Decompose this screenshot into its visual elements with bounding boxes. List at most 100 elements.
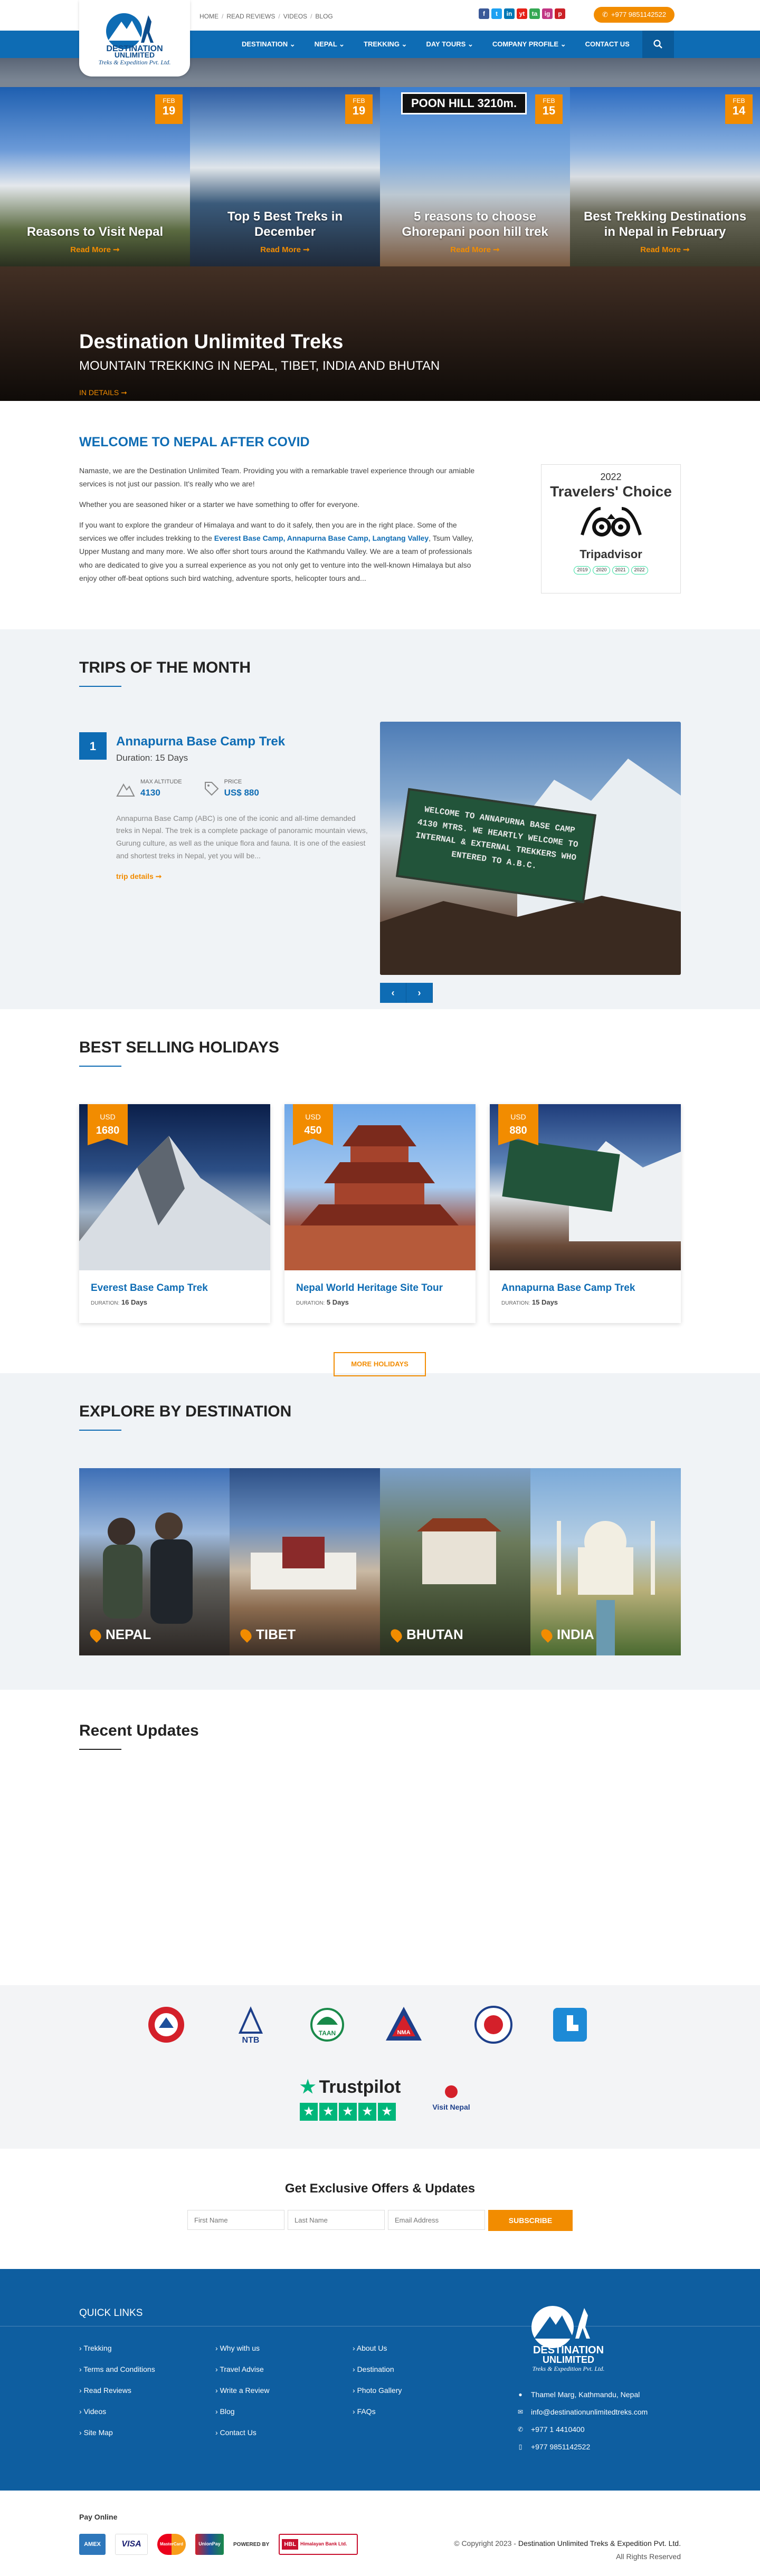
trip-slider-controls: ‹ › <box>380 983 433 1003</box>
tripadvisor-icon[interactable]: ta <box>529 8 540 19</box>
top-link-videos[interactable]: VIDEOS <box>283 12 307 21</box>
menu-contact-us[interactable]: CONTACT US <box>576 39 639 50</box>
payment-methods: AMEX VISA MasterCard UnionPay POWERED BY… <box>79 2534 358 2555</box>
logo-mountain-icon: DESTINATION UNLIMITED <box>106 13 163 58</box>
first-name-field[interactable] <box>187 2210 284 2230</box>
trip-details-link[interactable]: trip details ➞ <box>116 871 372 882</box>
footer-link[interactable]: FAQs <box>353 2401 402 2422</box>
contact-email[interactable]: info@destinationunlimitedtreks.com <box>531 2403 648 2421</box>
top-link-home[interactable]: HOME <box>200 12 218 21</box>
instagram-icon[interactable]: ig <box>542 8 553 19</box>
subscribe-button[interactable]: SUBSCRIBE <box>488 2210 573 2231</box>
trip-summary: 1 Annapurna Base Camp Trek Duration: 15 … <box>79 732 372 882</box>
prev-arrow-icon[interactable]: ‹ <box>380 983 406 1003</box>
destination-card-tibet[interactable]: TIBET <box>230 1468 380 1655</box>
hero-subtitle: MOUNTAIN TREKKING IN NEPAL, TIBET, INDIA… <box>79 358 440 373</box>
menu-nepal[interactable]: NEPAL ⌄ <box>305 39 354 50</box>
footer-link[interactable]: Blog <box>215 2401 269 2422</box>
visa-icon: VISA <box>115 2534 148 2555</box>
trustpilot-logo[interactable]: ★ Trustpilot ★ ★ ★ ★ ★ <box>300 2074 401 2121</box>
blog-title[interactable]: 5 reasons to choose Ghorepani poon hill … <box>380 209 570 240</box>
destination-card-bhutan[interactable]: BHUTAN <box>380 1468 530 1655</box>
blog-title[interactable]: Top 5 Best Treks in December <box>190 209 380 240</box>
footer-link[interactable]: Why with us <box>215 2338 269 2359</box>
twitter-icon[interactable]: t <box>491 8 502 19</box>
read-more-link[interactable]: Read More ➞ <box>190 244 380 256</box>
welcome-paragraph-1: Namaste, we are the Destination Unlimite… <box>79 466 475 488</box>
youtube-icon[interactable]: yt <box>517 8 527 19</box>
tripadvisor-award[interactable]: 2022 Travelers' Choice Tripadvisor 2019 2… <box>541 464 681 593</box>
menu-company-profile[interactable]: COMPANY PROFILE ⌄ <box>483 39 576 50</box>
menu-destination[interactable]: DESTINATION ⌄ <box>232 39 305 50</box>
welcome-paragraph-3: If you want to explore the grandeur of H… <box>79 521 473 582</box>
more-holidays-button[interactable]: MORE HOLIDAYS <box>334 1352 426 1376</box>
blog-card[interactable]: FEB 19 Top 5 Best Treks in December Read M… <box>190 87 380 266</box>
destination-card-nepal[interactable]: NEPAL <box>79 1468 230 1655</box>
search-icon[interactable] <box>642 31 674 58</box>
holiday-name[interactable]: Annapurna Base Camp Trek <box>490 1270 681 1296</box>
read-more-link[interactable]: Read More ➞ <box>570 244 760 256</box>
menu-day-tours[interactable]: DAY TOURS ⌄ <box>416 39 482 50</box>
menu-trekking[interactable]: TREKKING ⌄ <box>354 39 416 50</box>
company-link[interactable]: Destination Unlimited Treks & Expedition… <box>518 2539 681 2548</box>
footer-link[interactable]: Site Map <box>79 2422 155 2443</box>
read-more-link[interactable]: Read More ➞ <box>380 244 570 256</box>
linkedin-icon[interactable]: in <box>504 8 515 19</box>
phone-icon: ✆ <box>602 11 608 19</box>
location-icon: ● <box>518 2391 522 2398</box>
holiday-card[interactable]: USD 1680 Everest Base Camp Trek DURATION:… <box>79 1104 270 1323</box>
star-icon: ★ <box>300 2077 316 2097</box>
holiday-card[interactable]: USD 880 Annapurna Base Camp Trek DURATION… <box>490 1104 681 1323</box>
blog-card[interactable]: FEB 14 Best Trekking Destinations in Nepa… <box>570 87 760 266</box>
mobile-icon: ▯ <box>518 2443 522 2450</box>
last-name-field[interactable] <box>288 2210 385 2230</box>
footer-links-col2: Why with us Travel Advise Write a Review… <box>215 2338 269 2443</box>
blog-date-badge: FEB 14 <box>725 94 753 124</box>
holiday-name[interactable]: Nepal World Heritage Site Tour <box>284 1270 476 1296</box>
top-link-blog[interactable]: BLOG <box>315 12 332 21</box>
award-title: Travelers' Choice <box>550 483 672 500</box>
holiday-duration: DURATION: 5 Days <box>296 1298 349 1306</box>
footer-logo[interactable]: DESTINATION UNLIMITED Treks & Expedition… <box>513 2301 624 2380</box>
powered-by-label: POWERED BY <box>233 2541 270 2548</box>
destination-card-india[interactable]: INDIA <box>530 1468 681 1655</box>
mountain-icon <box>116 783 135 797</box>
footer-link[interactable]: About Us <box>353 2338 402 2359</box>
footer-link[interactable]: Contact Us <box>215 2422 269 2443</box>
top-links: HOME / READ REVIEWS / VIDEOS / BLOG <box>200 12 333 21</box>
footer-link[interactable]: Photo Gallery <box>353 2380 402 2401</box>
blog-card[interactable]: FEB 19 Reasons to Visit Nepal Read More ➞ <box>0 87 190 266</box>
trip-duration: Duration: 15 Days <box>116 753 188 763</box>
footer-link[interactable]: Write a Review <box>215 2380 270 2401</box>
facebook-icon[interactable]: f <box>479 8 489 19</box>
blog-card[interactable]: POON HILL 3210m. FEB 15 5 reasons to choo… <box>380 87 570 266</box>
best-selling-title: BEST SELLING HOLIDAYS <box>79 1036 681 1067</box>
nepal-govt-logo <box>142 2001 190 2048</box>
footer-link[interactable]: Travel Advise <box>215 2359 269 2380</box>
top-link-reviews[interactable]: READ REVIEWS <box>226 12 275 21</box>
read-more-link[interactable]: Read More ➞ <box>0 244 190 256</box>
trip-name[interactable]: Annapurna Base Camp Trek <box>116 732 372 751</box>
contact-mobile[interactable]: +977 9851142522 <box>531 2438 590 2456</box>
footer-link[interactable]: Trekking <box>79 2338 155 2359</box>
site-logo[interactable]: DESTINATION UNLIMITED Treks & Expedition… <box>79 0 190 76</box>
welcome-trek-links[interactable]: Everest Base Camp, Annapurna Base Camp, … <box>214 534 429 542</box>
hero-details-link[interactable]: IN DETAILS ➞ <box>79 387 440 398</box>
blog-title[interactable]: Reasons to Visit Nepal <box>0 225 190 240</box>
email-field[interactable] <box>388 2210 485 2230</box>
footer-link[interactable]: Terms and Conditions <box>79 2359 155 2380</box>
footer-link[interactable]: Destination <box>353 2359 402 2380</box>
holiday-card[interactable]: USD 450 Nepal World Heritage Site Tour DU… <box>284 1104 476 1323</box>
holiday-name[interactable]: Everest Base Camp Trek <box>79 1270 270 1296</box>
unionpay-icon: UnionPay <box>195 2534 224 2555</box>
recent-title: Recent Updates <box>79 1719 681 1750</box>
footer-link[interactable]: Videos <box>79 2401 155 2422</box>
footer-link[interactable]: Read Reviews <box>79 2380 155 2401</box>
phone-button[interactable]: ✆ +977 9851142522 <box>594 7 675 23</box>
blog-title[interactable]: Best Trekking Destinations in Nepal in F… <box>570 209 760 240</box>
svg-text:NTB: NTB <box>242 2036 260 2045</box>
pinterest-icon[interactable]: p <box>555 8 565 19</box>
next-arrow-icon[interactable]: › <box>406 983 433 1003</box>
trip-image: WELCOME TO ANNAPURNA BASE CAMP 4130 MTRS… <box>380 722 681 975</box>
contact-tel[interactable]: +977 1 4410400 <box>531 2421 585 2438</box>
